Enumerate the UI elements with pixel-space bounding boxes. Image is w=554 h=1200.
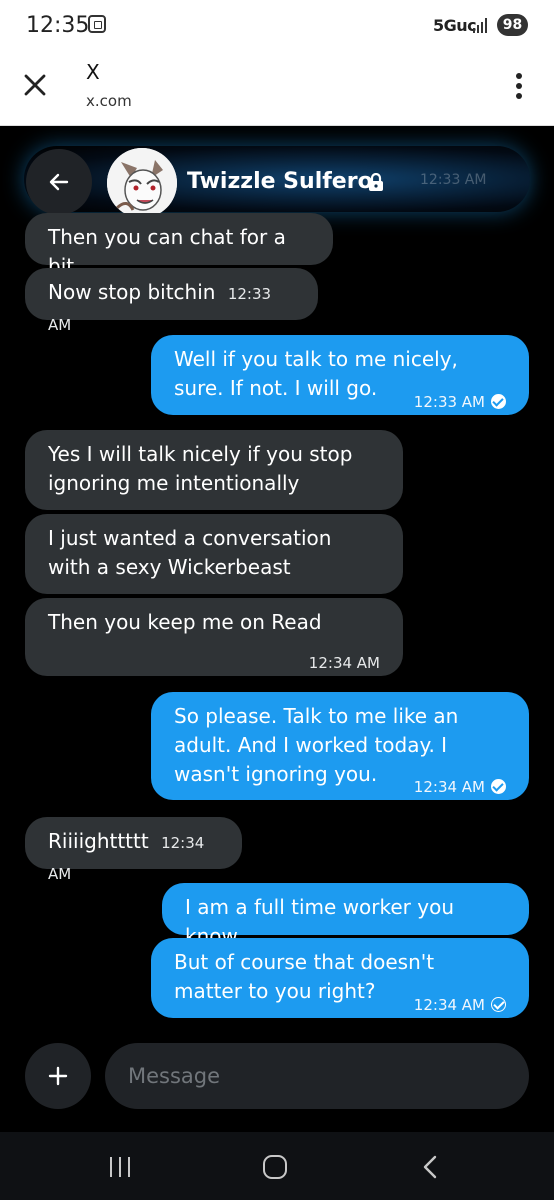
chat-header: Twizzle Sulfero 12:33 AM xyxy=(0,126,554,226)
message-incoming: Now stop bitchin 12:33 AM xyxy=(25,268,318,334)
plus-icon xyxy=(48,1066,68,1086)
lock-icon xyxy=(369,173,383,191)
back-button[interactable] xyxy=(26,149,92,215)
network-type: 5Guc xyxy=(433,16,477,35)
message-input[interactable] xyxy=(128,1043,508,1109)
add-media-button[interactable] xyxy=(25,1043,91,1109)
message-outgoing: Well if you talk to me nicely, sure. If … xyxy=(151,335,529,415)
avatar[interactable] xyxy=(107,148,177,218)
message-incoming: I just wanted a conversation with a sexy… xyxy=(25,514,403,594)
read-check-icon xyxy=(491,394,506,409)
system-nav-bar xyxy=(0,1132,554,1200)
message-incoming: Riiiighttttt 12:34 AM xyxy=(25,817,242,883)
message-composer xyxy=(105,1043,529,1109)
message-incoming: Then you keep me on Read 12:34 AM xyxy=(25,598,403,676)
nav-back-icon[interactable] xyxy=(420,1155,442,1179)
message-time: 12:34 AM xyxy=(413,778,485,796)
battery-level: 98 xyxy=(497,14,528,36)
status-time: 12:35 xyxy=(26,13,90,38)
faded-timestamp: 12:33 AM xyxy=(420,172,487,188)
message-time: 12:33 AM xyxy=(413,393,485,411)
more-options-button[interactable] xyxy=(506,70,532,104)
read-check-icon xyxy=(491,779,506,794)
message-time: 12:34 AM xyxy=(413,996,485,1014)
more-vertical-icon xyxy=(516,73,522,79)
home-icon[interactable] xyxy=(263,1155,287,1179)
status-bar: 12:35 5Guc 98 xyxy=(0,0,554,52)
browser-title: X xyxy=(86,60,100,84)
browser-header: X x.com xyxy=(0,52,554,126)
message-outgoing: I am a full time worker you know. xyxy=(162,883,529,948)
sent-check-icon xyxy=(491,997,506,1012)
close-button[interactable] xyxy=(20,70,50,100)
message-incoming: Then you can chat for a bit xyxy=(25,213,333,278)
message-time: 12:34 AM xyxy=(308,654,380,672)
close-icon xyxy=(24,74,46,96)
screenshot-icon xyxy=(88,15,106,33)
contact-name[interactable]: Twizzle Sulfero xyxy=(187,169,373,194)
message-outgoing: So please. Talk to me like an adult. And… xyxy=(151,692,529,800)
signal-icon xyxy=(473,17,489,33)
browser-url[interactable]: x.com xyxy=(86,92,132,110)
recent-apps-icon[interactable] xyxy=(108,1157,132,1177)
message-incoming: Yes I will talk nicely if you stop ignor… xyxy=(25,430,403,510)
message-outgoing: But of course that doesn't matter to you… xyxy=(151,938,529,1018)
back-arrow-icon xyxy=(49,173,69,191)
